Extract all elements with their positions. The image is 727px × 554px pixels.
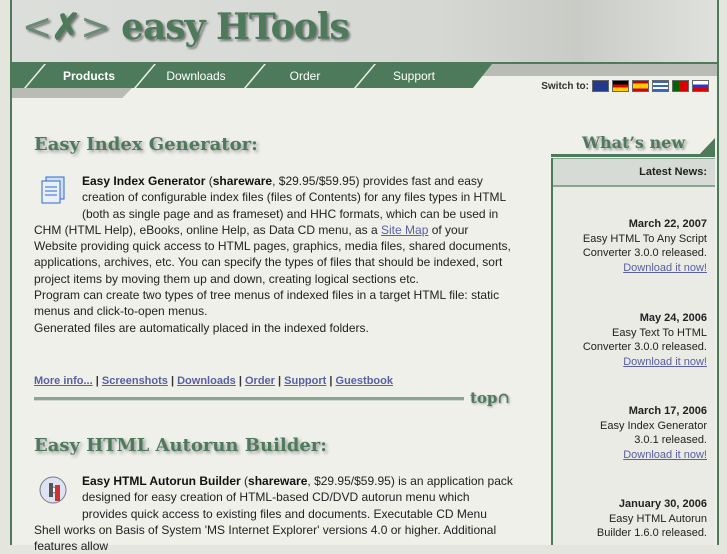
tools-icon: ✗ — [51, 6, 81, 48]
page-frame: <✗> easy HTools Products Downloads Order… — [10, 0, 719, 553]
top-label: top — [470, 389, 498, 407]
product-links: More info... | Screenshots | Downloads |… — [34, 375, 393, 387]
download-link[interactable]: Download it now! — [623, 356, 707, 368]
news-item: May 24, 2006 Easy Text To HTML Converter… — [557, 311, 707, 369]
flag-ru-icon[interactable] — [692, 80, 709, 92]
whats-new-underline — [551, 154, 701, 157]
news-text: Easy HTML Autorun Builder 1.6.0 released… — [596, 512, 707, 540]
flag-es-icon[interactable] — [632, 80, 649, 92]
news-date: March 22, 2007 — [628, 218, 707, 230]
logo[interactable]: <✗> easy HTools — [22, 6, 350, 48]
news-item: January 30, 2006 Easy HTML Autorun Build… — [557, 497, 707, 541]
language-switcher: Switch to: — [541, 80, 709, 92]
product-name: Easy HTML Autorun Builder — [82, 474, 241, 488]
latest-news-header: Latest News: — [553, 158, 715, 187]
downloads-link[interactable]: Downloads — [177, 375, 236, 387]
nav-shadow — [12, 88, 132, 98]
flag-gr-icon[interactable] — [652, 80, 669, 92]
autorun-builder-icon — [39, 476, 67, 504]
logo-bracket: < — [22, 7, 52, 48]
whats-new-title: What’s new — [582, 133, 686, 152]
section-title-index-generator: Easy Index Generator: — [34, 134, 258, 155]
index-generator-icon — [41, 176, 65, 204]
tab-order[interactable]: Order — [255, 64, 355, 88]
news-item: March 22, 2007 Easy HTML To Any Script C… — [557, 217, 707, 275]
news-sidebar: Latest News: March 22, 2007 Easy HTML To… — [551, 158, 715, 545]
news-date: March 17, 2006 — [628, 405, 707, 417]
news-date: May 24, 2006 — [639, 312, 707, 324]
tab-support[interactable]: Support — [364, 64, 464, 88]
tab-downloads[interactable]: Downloads — [146, 64, 246, 88]
section-divider — [34, 397, 464, 401]
download-link[interactable]: Download it now! — [623, 449, 707, 461]
news-text: Easy HTML To Any Script Converter 3.0.0 … — [582, 232, 707, 260]
license: shareware — [248, 474, 308, 488]
news-text: Easy Index Generator 3.0.1 released. — [599, 419, 707, 447]
download-link[interactable]: Download it now! — [623, 262, 707, 274]
flag-pt-icon[interactable] — [672, 80, 689, 92]
support-link[interactable]: Support — [284, 375, 326, 387]
news-item: March 17, 2006 Easy Index Generator 3.0.… — [557, 404, 707, 462]
top-link[interactable]: top∩ — [470, 389, 510, 407]
logo-text: easy HTools — [121, 6, 350, 48]
switch-label: Switch to: — [541, 80, 589, 92]
flag-de-icon[interactable] — [612, 80, 629, 92]
news-date: January 30, 2006 — [618, 498, 707, 510]
license: shareware — [212, 174, 273, 188]
news-text: Easy Text To HTML Converter 3.0.0 releas… — [582, 326, 707, 354]
section-title-autorun-builder: Easy HTML Autorun Builder: — [34, 435, 327, 456]
logo-bracket: > — [80, 7, 110, 48]
flag-en-icon[interactable] — [592, 80, 609, 92]
description-text: Program can create two types of tree men… — [34, 288, 500, 319]
index-generator-description: Easy Index Generator (shareware, $29.95/… — [34, 174, 511, 335]
screenshots-link[interactable]: Screenshots — [102, 375, 168, 387]
product-name: Easy Index Generator — [82, 174, 206, 188]
description-text: Generated files are automatically placed… — [34, 320, 369, 335]
tab-products[interactable]: Products — [39, 64, 139, 88]
order-link[interactable]: Order — [245, 375, 275, 387]
arrow-up-icon: ∩ — [497, 389, 510, 407]
guestbook-link[interactable]: Guestbook — [336, 375, 393, 387]
corner-triangle — [697, 138, 715, 157]
autorun-builder-description: Easy HTML Autorun Builder (shareware, $2… — [34, 474, 513, 554]
site-map-link[interactable]: Site Map — [381, 223, 428, 237]
header: <✗> easy HTools — [12, 0, 717, 64]
more-info-link[interactable]: More info... — [34, 375, 93, 387]
nav-strip — [482, 64, 717, 76]
